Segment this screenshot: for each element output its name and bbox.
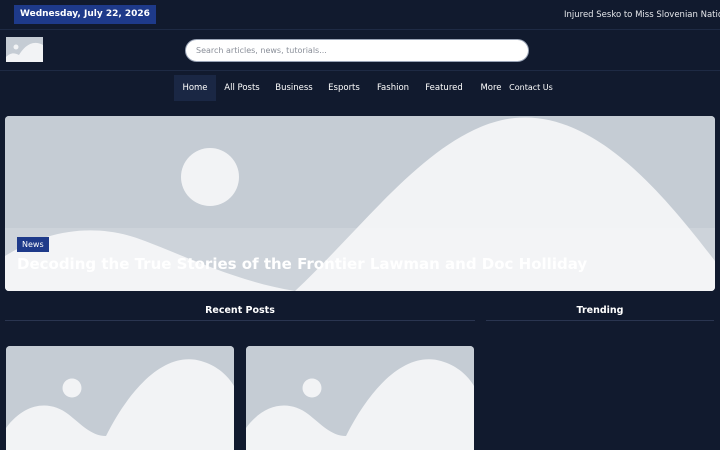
trending-heading: Trending	[486, 302, 714, 321]
nav-item-fashion[interactable]: Fashion	[373, 75, 413, 101]
news-ticker[interactable]: Injured Sesko to Miss Slovenian National…	[564, 9, 720, 21]
date-badge: Wednesday, July 22, 2026	[14, 5, 156, 24]
site-logo[interactable]	[6, 37, 43, 62]
recent-posts-heading: Recent Posts	[5, 302, 475, 321]
search-input[interactable]	[185, 39, 529, 62]
nav-item-more[interactable]: More	[477, 75, 505, 101]
top-bar: Wednesday, July 22, 2026 Injured Sesko t…	[0, 0, 720, 30]
site-header	[0, 30, 720, 71]
nav-item-all-posts[interactable]: All Posts	[222, 75, 262, 101]
nav-item-business[interactable]: Business	[273, 75, 315, 101]
nav-item-home[interactable]: Home	[174, 75, 216, 101]
post-card[interactable]	[246, 346, 474, 450]
post-card[interactable]	[6, 346, 234, 450]
nav-item-featured[interactable]: Featured	[423, 75, 465, 101]
main-nav: Home All Posts Business Esports Fashion …	[0, 72, 720, 102]
category-badge[interactable]: News	[17, 237, 49, 252]
image-placeholder-icon	[6, 37, 43, 62]
nav-item-contact-us[interactable]: Contact Us	[508, 75, 554, 101]
hero-post[interactable]: News Decoding the True Stories of the Fr…	[5, 116, 715, 291]
hero-title[interactable]: Decoding the True Stories of the Frontie…	[17, 254, 707, 274]
image-placeholder-icon	[246, 346, 474, 450]
nav-item-esports[interactable]: Esports	[325, 75, 363, 101]
image-placeholder-icon	[6, 346, 234, 450]
